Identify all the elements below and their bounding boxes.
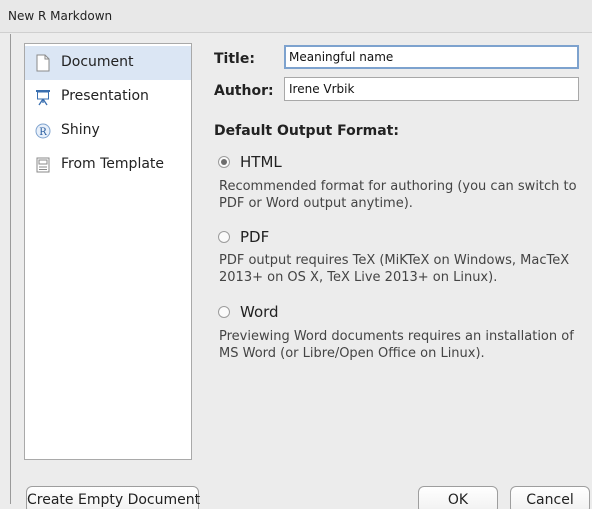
radio-label-html: HTML [240,153,282,171]
author-input[interactable] [284,77,579,101]
presentation-icon [35,88,51,106]
sidebar-item-label: Presentation [61,88,149,104]
word-radio-button[interactable] [218,306,230,318]
window-left-edge [10,34,11,504]
author-label: Author: [214,83,274,99]
radio-label-word: Word [240,303,279,321]
html-radio-button[interactable] [218,156,230,168]
sidebar-item-shiny[interactable]: R Shiny [25,114,191,148]
template-type-list: Document Presentation R Shiny From Templ… [24,43,192,460]
dialog-title: New R Markdown [8,9,113,23]
radio-label-pdf: PDF [240,228,270,246]
titlebar: New R Markdown [0,0,592,33]
document-icon [35,54,51,72]
new-r-markdown-dialog: New R Markdown Document Presentation R S… [0,0,592,521]
word-description: Previewing Word documents requires an in… [219,329,574,361]
title-input[interactable] [284,45,579,69]
shiny-r-icon: R [35,122,51,140]
sidebar-item-presentation[interactable]: Presentation [25,80,191,114]
title-label: Title: [214,51,255,67]
sidebar-item-label: From Template [61,156,165,172]
output-format-heading: Default Output Format: [214,123,399,139]
sidebar-item-from-template[interactable]: From Template [25,148,191,182]
window-bottom-edge [0,509,592,521]
svg-text:R: R [39,127,47,138]
pdf-description: PDF output requires TeX (MiKTeX on Windo… [219,253,570,285]
pdf-radio-button[interactable] [218,231,230,243]
sidebar-item-document[interactable]: Document [25,46,191,80]
html-description: Recommended format for authoring (you ca… [219,179,577,211]
sidebar-item-label: Shiny [61,122,100,138]
template-icon [35,156,51,174]
sidebar-item-label: Document [61,54,134,70]
